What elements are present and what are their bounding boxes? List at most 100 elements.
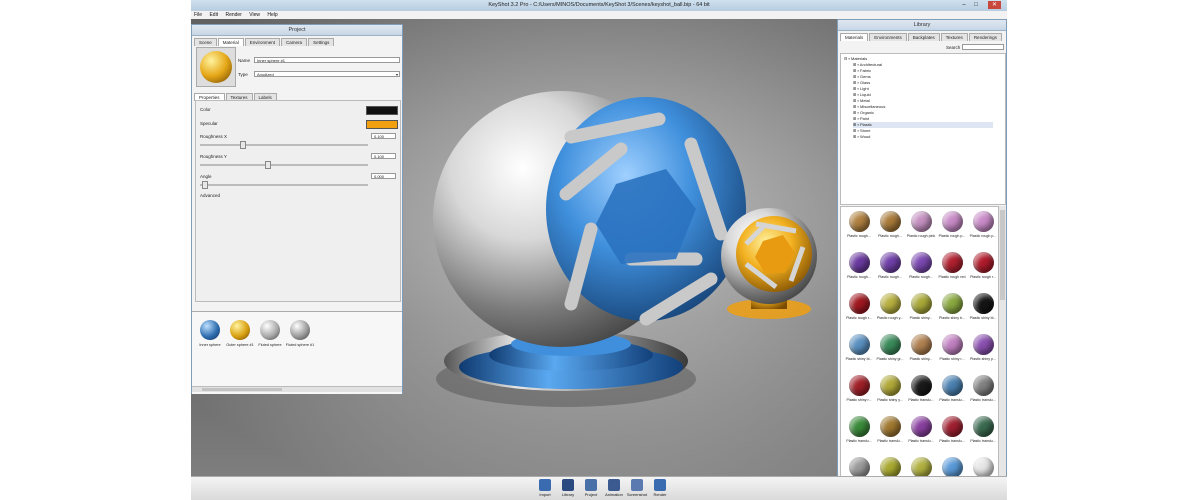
material-swatch[interactable] <box>942 375 963 396</box>
material-swatch[interactable] <box>942 457 963 478</box>
material-swatch-label: Plastic rough y... <box>876 316 904 320</box>
material-preview <box>196 47 236 87</box>
material-swatch[interactable] <box>911 416 932 437</box>
color-swatch[interactable] <box>366 106 398 115</box>
material-swatch[interactable] <box>973 293 994 314</box>
tab-camera[interactable]: Camera <box>281 38 308 46</box>
material-swatch[interactable] <box>973 457 994 478</box>
toolbar-buttons: Import Library Project Animation Screenshot R… <box>534 477 674 500</box>
material-swatch[interactable] <box>880 211 901 232</box>
menu-view[interactable]: View <box>246 11 263 19</box>
search-input[interactable] <box>962 44 1004 50</box>
import-button[interactable]: Import <box>534 478 556 500</box>
scrollbar-thumb[interactable] <box>1000 210 1005 300</box>
material-swatch[interactable] <box>942 416 963 437</box>
animation-button[interactable]: Animation <box>603 478 625 500</box>
material-swatch[interactable] <box>849 252 870 273</box>
material-swatch[interactable] <box>911 293 932 314</box>
material-name-field[interactable]: Inner sphere #1 <box>254 57 400 63</box>
material-swatch[interactable] <box>849 334 870 355</box>
library-panel-title: Library <box>838 20 1006 31</box>
roughness-y-field[interactable]: 0.100 <box>371 153 396 159</box>
library-panel: Library Materials Environments Backplate… <box>837 19 1007 500</box>
tab-environment[interactable]: Environment <box>244 38 281 46</box>
menu-edit[interactable]: Edit <box>206 11 221 19</box>
material-swatch[interactable] <box>911 375 932 396</box>
close-button[interactable]: ✕ <box>988 1 1001 9</box>
roughness-x-field[interactable]: 0.100 <box>371 133 396 139</box>
advanced-toggle[interactable]: Advanced <box>200 193 220 198</box>
tab-scene[interactable]: Scene <box>194 38 217 46</box>
screenshot-button[interactable]: Screenshot <box>626 478 648 500</box>
chevron-down-icon[interactable]: ▾ <box>396 72 398 77</box>
tab-materials[interactable]: Materials <box>840 33 869 41</box>
tab-settings[interactable]: Settings <box>308 38 335 46</box>
project-tabs: Scene Material Environment Camera Settin… <box>192 36 402 46</box>
material-swatch[interactable] <box>942 252 963 273</box>
material-swatch[interactable] <box>849 457 870 478</box>
angle-label: Angle <box>200 174 212 179</box>
thumb-label: Fluted sphere #1 <box>285 343 315 347</box>
material-swatch[interactable] <box>849 211 870 232</box>
material-swatch[interactable] <box>942 334 963 355</box>
material-swatch[interactable] <box>849 293 870 314</box>
horizontal-scrollbar[interactable] <box>192 386 402 392</box>
material-swatch[interactable] <box>880 334 901 355</box>
tree-label: Architectural <box>859 62 883 67</box>
search-label: Search <box>946 45 961 50</box>
project-button[interactable]: Project <box>580 478 602 500</box>
toolbar-button-label: Screenshot <box>626 492 648 497</box>
material-swatch[interactable] <box>880 375 901 396</box>
specular-swatch[interactable] <box>366 120 398 129</box>
tab-renderings[interactable]: Renderings <box>968 33 1002 41</box>
slider-knob[interactable] <box>265 161 271 169</box>
material-swatch[interactable] <box>880 252 901 273</box>
scrollbar-thumb[interactable] <box>202 388 282 391</box>
tab-environments[interactable]: Environments <box>869 33 907 41</box>
render-button[interactable]: Render <box>649 478 671 500</box>
material-swatch[interactable] <box>973 252 994 273</box>
menu-file[interactable]: File <box>191 11 205 19</box>
vertical-scrollbar[interactable] <box>998 206 1006 498</box>
material-swatch[interactable] <box>880 293 901 314</box>
material-swatch[interactable] <box>880 416 901 437</box>
material-swatch[interactable] <box>973 211 994 232</box>
material-swatch[interactable] <box>849 375 870 396</box>
slider-knob[interactable] <box>240 141 246 149</box>
material-swatch[interactable] <box>911 334 932 355</box>
material-swatch-label: Plastic translu... <box>877 439 903 443</box>
slider-knob[interactable] <box>202 181 208 189</box>
material-swatch[interactable] <box>911 252 932 273</box>
thumb-fluted-sphere-1[interactable] <box>290 320 310 340</box>
tree-item-selected[interactable]: ⊞ ▪ Plastic <box>853 122 993 128</box>
material-swatch[interactable] <box>973 334 994 355</box>
angle-slider[interactable] <box>200 181 368 189</box>
roughness-y-slider[interactable] <box>200 161 368 169</box>
menu-render[interactable]: Render <box>222 11 244 19</box>
material-type-select[interactable]: Anodized <box>254 71 400 77</box>
tab-textures[interactable]: Textures <box>940 33 968 41</box>
menu-help[interactable]: Help <box>264 11 280 19</box>
material-swatch[interactable] <box>973 416 994 437</box>
material-swatch[interactable] <box>973 375 994 396</box>
tree-item[interactable]: ⊞ ▪ Wood <box>853 134 870 140</box>
library-button[interactable]: Library <box>557 478 579 500</box>
angle-field[interactable]: 0.000 <box>371 173 396 179</box>
material-swatch[interactable] <box>880 457 901 478</box>
thumb-fluted-sphere[interactable] <box>260 320 280 340</box>
color-label: Color <box>200 107 211 112</box>
tab-backplates[interactable]: Backplates <box>907 33 940 41</box>
material-swatch[interactable] <box>942 293 963 314</box>
minimize-button[interactable]: – <box>959 1 969 9</box>
material-swatch[interactable] <box>911 211 932 232</box>
maximize-button[interactable]: □ <box>971 1 981 9</box>
material-swatch[interactable] <box>911 457 932 478</box>
material-swatch-label: Plastic shiny gr... <box>876 357 904 361</box>
tab-material[interactable]: Material <box>217 38 244 46</box>
material-swatch[interactable] <box>849 416 870 437</box>
tree-label: Metal <box>860 98 870 103</box>
roughness-x-slider[interactable] <box>200 141 368 149</box>
material-swatch[interactable] <box>942 211 963 232</box>
thumb-outer-sphere-1[interactable] <box>230 320 250 340</box>
thumb-inner-sphere[interactable] <box>200 320 220 340</box>
